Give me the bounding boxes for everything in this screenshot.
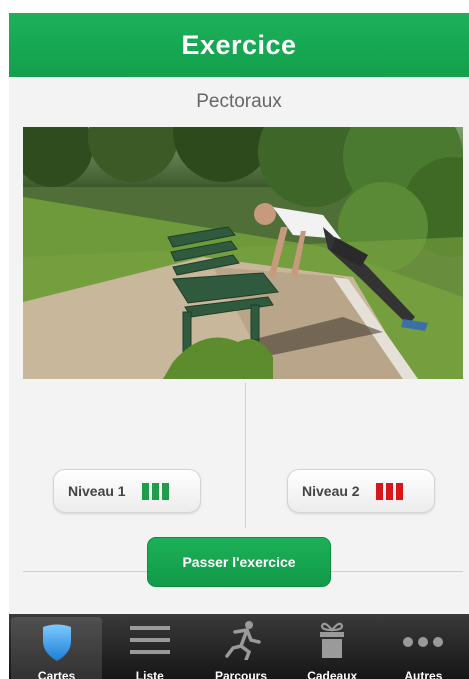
app-screen: Exercice Pectoraux Niveau 1 Niveau 2 Pas… [9,13,469,679]
tab-cartes-label: Cartes [37,669,76,679]
skip-exercise-label: Passer l'exercice [182,554,296,570]
skip-divider-right [331,571,463,572]
tab-liste-label: Liste [135,669,164,679]
tab-parcours-label: Parcours [214,669,268,679]
level-1-indicator-icon [141,482,169,500]
levels-divider [245,383,246,528]
tab-parcours[interactable]: Parcours [195,614,286,679]
tab-cadeaux[interactable]: Cadeaux [287,614,378,679]
tab-cadeaux-label: Cadeaux [307,669,358,679]
skip-divider-left [23,571,149,572]
level-2-button[interactable]: Niveau 2 [287,469,435,513]
tab-autres-label: Autres [404,669,443,679]
exercise-illustration [23,127,463,379]
page-title: Exercice [181,29,297,60]
tab-liste[interactable]: Liste [104,614,195,679]
level-2-label: Niveau 2 [302,483,360,499]
tab-bar: Cartes Liste Parcours Cadeaux Autres [9,614,469,679]
map-pin-icon [42,624,71,661]
runner-icon [225,621,261,660]
level-1-label: Niveau 1 [68,483,126,499]
level-2-indicator-icon [375,482,403,500]
level-1-button[interactable]: Niveau 1 [53,469,201,513]
tab-autres[interactable]: Autres [378,614,469,679]
more-icon [403,637,444,647]
exercise-photo [23,127,463,379]
exercise-name: Pectoraux [196,91,282,112]
skip-exercise-button[interactable]: Passer l'exercice [147,537,331,587]
list-icon [129,626,170,654]
nav-bar: Exercice [9,13,469,77]
tab-cartes[interactable]: Cartes [11,617,103,679]
gift-icon [320,622,345,658]
